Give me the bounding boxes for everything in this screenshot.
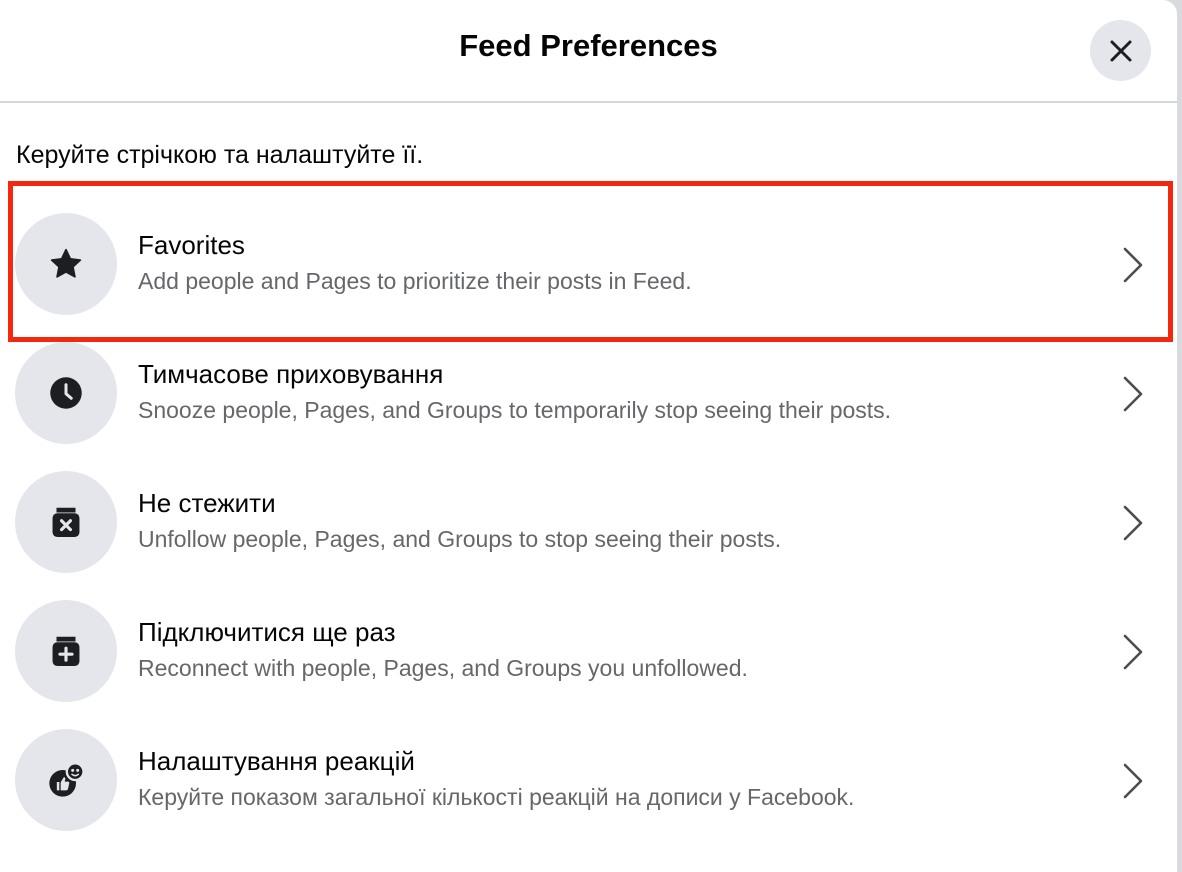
close-button[interactable] [1090,20,1151,81]
menu-item-description: Керуйте показом загальної кількості реак… [138,784,855,810]
star-icon [50,248,82,278]
menu-item-title: Налаштування реакцій [138,746,415,776]
chevron-right-icon [1123,505,1143,541]
menu-item-snooze[interactable]: Тимчасове приховування Snooze people, Pa… [0,329,1177,458]
menu-item-reaction-settings[interactable]: Налаштування реакцій Керуйте показом заг… [0,716,1177,845]
dialog-subtitle: Керуйте стрічкою та налаштуйте її. [16,141,424,169]
box-plus-icon [52,636,80,667]
menu-item-title: Не стежити [138,488,276,518]
icon-circle [15,213,117,315]
menu-item-description: Unfollow people, Pages, and Groups to st… [138,526,782,552]
menu-item-favorites[interactable]: Favorites Add people and Pages to priori… [0,200,1177,329]
feed-preferences-dialog: Feed Preferences Керуйте стрічкою та нал… [0,0,1177,872]
dialog-title: Feed Preferences [459,28,718,63]
chevron-right-icon [1123,376,1143,412]
chevron-right-icon [1123,634,1143,670]
background-edge [1177,0,1182,872]
menu-item-reconnect[interactable]: Підключитися ще раз Reconnect with peopl… [0,587,1177,716]
menu-item-description: Reconnect with people, Pages, and Groups… [138,655,748,681]
chevron-right-icon [1123,763,1143,799]
menu-item-description: Snooze people, Pages, and Groups to temp… [138,397,892,423]
menu-item-title: Підключитися ще раз [138,617,396,647]
menu-item-description: Add people and Pages to prioritize their… [138,268,692,294]
menu-item-unfollow[interactable]: Не стежити Unfollow people, Pages, and G… [0,458,1177,587]
close-icon [1110,40,1131,61]
clock-icon [50,377,82,409]
reactions-icon [49,762,85,797]
box-x-icon [52,507,80,538]
icon-circle [15,600,117,702]
icon-circle [15,471,117,573]
icon-circle [15,729,117,831]
dialog-header: Feed Preferences [0,0,1177,103]
menu-item-title: Тимчасове приховування [138,359,444,389]
icon-circle [15,342,117,444]
menu-item-title: Favorites [138,230,245,260]
chevron-right-icon [1123,247,1143,283]
